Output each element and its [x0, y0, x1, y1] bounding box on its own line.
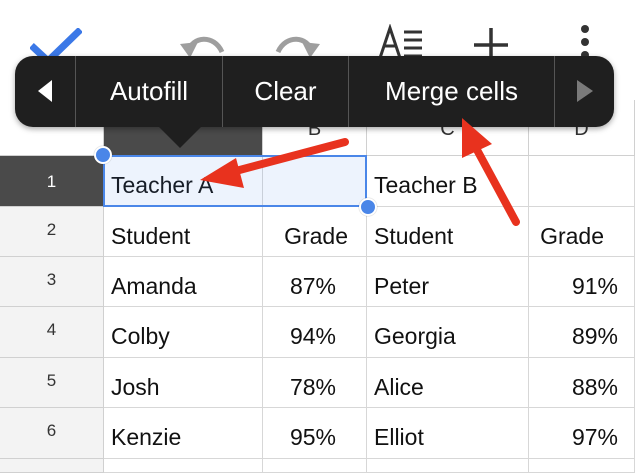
- cell-d2[interactable]: Grade: [529, 207, 635, 257]
- cell-b6[interactable]: 95%: [263, 408, 367, 459]
- cell-d3[interactable]: 91%: [529, 257, 635, 307]
- cell-a7[interactable]: [104, 459, 263, 473]
- cell-a6[interactable]: Kenzie: [104, 408, 263, 459]
- cell-c2[interactable]: Student: [367, 207, 529, 257]
- cell-b2[interactable]: Grade: [263, 207, 367, 257]
- cell-d7[interactable]: [529, 459, 635, 473]
- menu-item-clear[interactable]: Clear: [223, 56, 348, 127]
- cell-a5[interactable]: Josh: [104, 358, 263, 408]
- menu-pointer: [158, 126, 202, 148]
- cell-selection-range: [103, 155, 367, 207]
- cell-b7[interactable]: [263, 459, 367, 473]
- cell-d4[interactable]: 89%: [529, 307, 635, 358]
- row-header-4[interactable]: 4: [0, 307, 104, 358]
- row-header-1[interactable]: 1: [0, 156, 104, 207]
- cell-a3[interactable]: Amanda: [104, 257, 263, 307]
- cell-c6[interactable]: Elliot: [367, 408, 529, 459]
- cell-c1[interactable]: Teacher B: [367, 156, 529, 207]
- cell-b3[interactable]: 87%: [263, 257, 367, 307]
- cell-c4[interactable]: Georgia: [367, 307, 529, 358]
- menu-next-button[interactable]: [555, 56, 615, 127]
- row-header-6[interactable]: 6: [0, 408, 104, 459]
- row-header-5[interactable]: 5: [0, 358, 104, 408]
- selection-handle-bottom-right[interactable]: [359, 198, 377, 216]
- triangle-left-icon: [38, 80, 52, 102]
- cell-d1[interactable]: [529, 156, 635, 207]
- row-header-7[interactable]: [0, 459, 104, 473]
- context-menu: Autofill Clear Merge cells: [15, 56, 614, 127]
- menu-item-merge-cells[interactable]: Merge cells: [349, 56, 554, 127]
- cell-a2[interactable]: Student: [104, 207, 263, 257]
- row-header-2[interactable]: 2: [0, 207, 104, 257]
- row-header-3[interactable]: 3: [0, 257, 104, 307]
- menu-item-autofill[interactable]: Autofill: [76, 56, 222, 127]
- cell-c5[interactable]: Alice: [367, 358, 529, 408]
- cell-d5[interactable]: 88%: [529, 358, 635, 408]
- cell-b5[interactable]: 78%: [263, 358, 367, 408]
- selection-handle-top-left[interactable]: [94, 146, 112, 164]
- cell-b4[interactable]: 94%: [263, 307, 367, 358]
- cell-d6[interactable]: 97%: [529, 408, 635, 459]
- cell-c7[interactable]: [367, 459, 529, 473]
- triangle-right-icon: [577, 80, 593, 102]
- cell-a4[interactable]: Colby: [104, 307, 263, 358]
- menu-prev-button[interactable]: [15, 56, 75, 127]
- cell-c3[interactable]: Peter: [367, 257, 529, 307]
